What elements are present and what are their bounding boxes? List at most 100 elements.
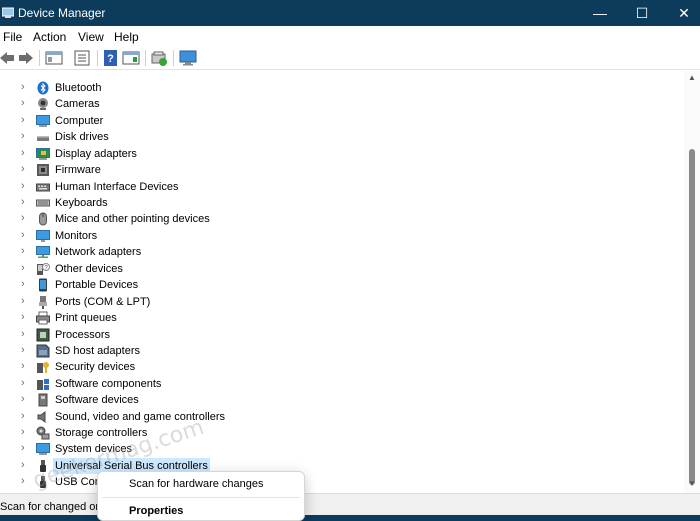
chevron-right-icon[interactable]: › — [21, 360, 25, 372]
chevron-right-icon[interactable]: › — [21, 344, 25, 356]
tree-item-label: Monitors — [55, 230, 98, 242]
menu-view[interactable]: View — [78, 30, 104, 44]
close-icon: ✕ — [678, 4, 690, 21]
tree-item-label: Software devices — [55, 394, 139, 406]
tree-item-sd-host-adapters[interactable]: › SD host adapters — [0, 343, 684, 359]
chevron-right-icon[interactable]: › — [21, 130, 25, 142]
action-pane-icon[interactable] — [122, 49, 140, 67]
chevron-right-icon[interactable]: › — [21, 262, 25, 274]
show-hide-console-tree-icon[interactable] — [45, 49, 63, 67]
computer-icon — [36, 115, 50, 127]
scroll-down-icon[interactable]: ▼ — [688, 479, 696, 488]
security-icon — [37, 362, 49, 373]
tree-item-display-adapters[interactable]: › Display adapters — [0, 146, 684, 162]
chevron-right-icon[interactable]: › — [21, 229, 25, 241]
tree-item-print-queues[interactable]: › Print queues — [0, 310, 684, 326]
menu-help[interactable]: Help — [114, 30, 139, 44]
chevron-right-icon[interactable]: › — [21, 212, 25, 224]
tree-item-software-devices[interactable]: › Software devices — [0, 392, 684, 408]
chevron-right-icon[interactable]: › — [21, 459, 25, 471]
maximize-button[interactable]: ☐ — [619, 0, 665, 26]
tree-item-firmware[interactable]: › Firmware — [0, 162, 684, 178]
hid-icon — [36, 183, 50, 192]
device-manager-app-icon — [2, 7, 14, 18]
minimize-button[interactable]: — — [577, 0, 623, 26]
menu-file[interactable]: File — [3, 30, 22, 44]
scan-for-hardware-changes-menu-item[interactable]: Scan for hardware changes — [129, 478, 264, 490]
chevron-right-icon[interactable]: › — [21, 426, 25, 438]
tree-item-other-devices[interactable]: › ? Other devices — [0, 261, 684, 277]
forward-arrow-icon[interactable] — [17, 49, 35, 67]
tree-item-label: Firmware — [55, 164, 101, 176]
update-driver-icon[interactable] — [150, 49, 168, 67]
tree-item-storage-controllers[interactable]: › Storage controllers — [0, 425, 684, 441]
chevron-right-icon[interactable]: › — [21, 196, 25, 208]
chevron-right-icon[interactable]: › — [21, 295, 25, 307]
menu-bar: File Action View Help — [0, 26, 700, 46]
monitor-icon — [36, 230, 50, 242]
firmware-icon — [37, 164, 49, 176]
tree-item-monitors[interactable]: › Monitors — [0, 228, 684, 244]
chevron-right-icon[interactable]: › — [21, 97, 25, 109]
tree-item-bluetooth[interactable]: › Bluetooth — [0, 80, 684, 96]
tree-item-network-adapters[interactable]: › Network adapters — [0, 244, 684, 260]
chevron-right-icon[interactable]: › — [21, 81, 25, 93]
tree-item-security-devices[interactable]: › Security devices — [0, 359, 684, 375]
scan-hardware-changes-icon[interactable] — [179, 49, 197, 67]
tree-item-system-devices[interactable]: › System devices — [0, 441, 684, 457]
tree-item-software-components[interactable]: › Software components — [0, 376, 684, 392]
properties-menu-item[interactable]: Properties — [129, 505, 183, 517]
chevron-right-icon[interactable]: › — [21, 311, 25, 323]
chevron-right-icon[interactable]: › — [21, 114, 25, 126]
chevron-right-icon[interactable]: › — [21, 377, 25, 389]
software-devices-icon — [38, 393, 48, 407]
chevron-right-icon[interactable]: › — [21, 393, 25, 405]
toolbar-separator — [173, 50, 174, 66]
storage-controller-icon — [36, 426, 50, 440]
chevron-right-icon[interactable]: › — [21, 328, 25, 340]
close-button[interactable]: ✕ — [661, 0, 700, 26]
chevron-right-icon[interactable]: › — [21, 475, 25, 487]
display-adapter-icon — [36, 148, 50, 160]
menu-action[interactable]: Action — [33, 30, 66, 44]
tree-item-keyboards[interactable]: › Keyboards — [0, 195, 684, 211]
tree-item-label: Other devices — [55, 263, 123, 275]
processor-icon — [36, 328, 50, 342]
help-icon[interactable]: ? — [102, 49, 120, 67]
context-menu: Scan for hardware changes Properties — [97, 471, 305, 521]
chevron-right-icon[interactable]: › — [21, 442, 25, 454]
camera-icon — [38, 98, 48, 110]
tree-item-label: Disk drives — [55, 131, 109, 143]
tree-item-label: Ports (COM & LPT) — [55, 296, 151, 308]
bluetooth-icon — [37, 81, 49, 95]
tree-item-cameras[interactable]: › Cameras — [0, 96, 684, 112]
chevron-right-icon[interactable]: › — [21, 410, 25, 422]
toolbar-separator — [97, 50, 98, 66]
title-bar: Device Manager — ☐ ✕ — [0, 0, 700, 26]
properties-icon[interactable] — [73, 49, 91, 67]
tree-item-portable-devices[interactable]: › Portable Devices — [0, 277, 684, 293]
tree-item-label: Bluetooth — [55, 82, 102, 94]
scrollbar-thumb[interactable] — [689, 149, 695, 485]
toolbar-separator — [39, 50, 40, 66]
network-adapter-icon — [36, 246, 50, 258]
chevron-right-icon[interactable]: › — [21, 163, 25, 175]
device-tree[interactable]: › Bluetooth › Cameras › Computer › Disk … — [0, 71, 684, 493]
tree-item-ports[interactable]: › Ports (COM & LPT) — [0, 294, 684, 310]
vertical-scrollbar[interactable]: ▲ ▼ — [684, 71, 700, 493]
tree-item-label: Portable Devices — [55, 279, 139, 291]
chevron-right-icon[interactable]: › — [21, 147, 25, 159]
tree-item-disk-drives[interactable]: › Disk drives — [0, 129, 684, 145]
software-components-icon — [37, 379, 49, 390]
tree-item-label: Storage controllers — [55, 427, 148, 439]
tree-item-human-interface-devices[interactable]: › Human Interface Devices — [0, 179, 684, 195]
chevron-right-icon[interactable]: › — [21, 278, 25, 290]
tree-item-mice[interactable]: › Mice and other pointing devices — [0, 211, 684, 227]
tree-item-computer[interactable]: › Computer — [0, 113, 684, 129]
chevron-right-icon[interactable]: › — [21, 180, 25, 192]
back-arrow-icon[interactable] — [0, 49, 16, 67]
tree-item-sound-video-game-controllers[interactable]: › Sound, video and game controllers — [0, 409, 684, 425]
tree-item-processors[interactable]: › Processors — [0, 327, 684, 343]
scroll-up-icon[interactable]: ▲ — [688, 73, 696, 82]
chevron-right-icon[interactable]: › — [21, 245, 25, 257]
